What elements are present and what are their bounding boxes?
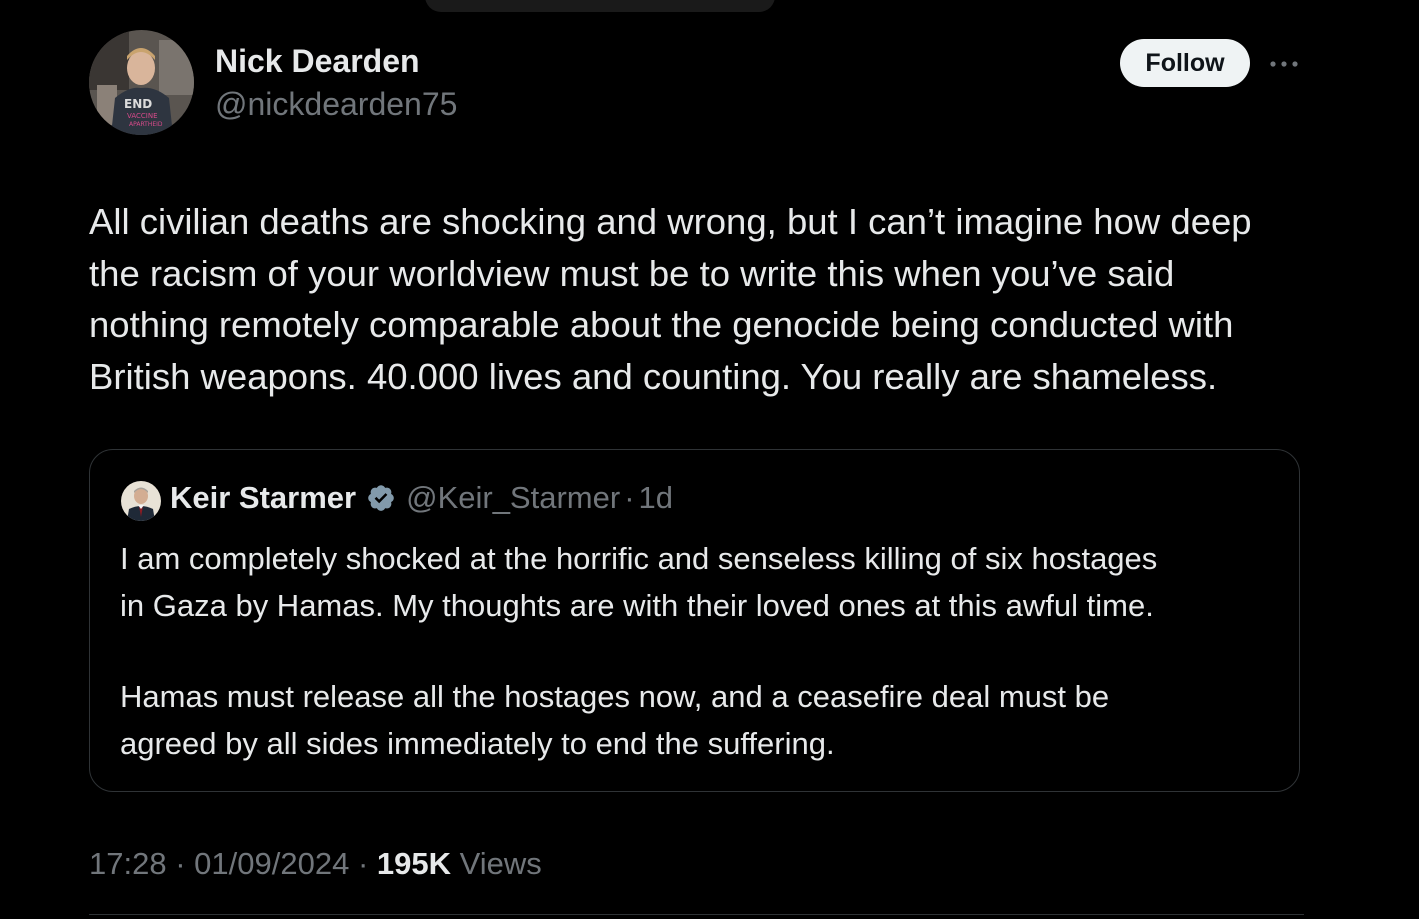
tweet-text-line: nothing remotely comparable about the ge… [89, 304, 1234, 345]
follow-button[interactable]: Follow [1120, 39, 1250, 87]
quoted-tweet-card[interactable]: Keir Starmer @Keir_Starmer · 1d I am com… [89, 449, 1300, 792]
quoted-tweet-time[interactable]: 1d [639, 480, 673, 516]
tweet-text-line: British weapons. 40.000 lives and counti… [89, 355, 1218, 397]
quoted-tweet-header: Keir Starmer @Keir_Starmer · 1d [170, 480, 673, 516]
separator-dot: · [357, 846, 369, 881]
author-name[interactable]: Nick Dearden [215, 43, 420, 80]
quoted-text-line: agreed by all sides immediately to end t… [120, 725, 835, 761]
tweet-text-line: All civilian deaths are shocking and wro… [89, 201, 1252, 242]
quoted-author-handle[interactable]: @Keir_Starmer [406, 480, 620, 516]
tweet-detail-page: END VACCINE APARTHEID Nick Dearden @nick… [0, 0, 1419, 919]
svg-text:VACCINE: VACCINE [127, 112, 158, 120]
author-handle[interactable]: @nickdearden75 [215, 86, 457, 123]
tweet-meta: 17:28 · 01/09/2024 · 195K Views [89, 846, 542, 882]
separator-dot: · [624, 480, 635, 515]
views-label: Views [459, 846, 542, 881]
tweet-text: All civilian deaths are shocking and wro… [89, 196, 1329, 402]
svg-text:END: END [124, 97, 152, 111]
quoted-text-line: I am completely shocked at the horrific … [120, 541, 1158, 576]
views-count: 195K [376, 846, 451, 881]
quoted-text-line: Hamas must release all the hostages now,… [120, 679, 1110, 714]
svg-text:APARTHEID: APARTHEID [129, 121, 163, 128]
author-avatar[interactable]: END VACCINE APARTHEID [89, 30, 194, 135]
tweet-date[interactable]: 01/09/2024 [194, 846, 349, 881]
tweet-time[interactable]: 17:28 [89, 846, 167, 881]
quoted-text-line: in Gaza by Hamas. My thoughts are with t… [120, 587, 1154, 623]
separator-dot: · [175, 846, 186, 881]
more-horizontal-icon[interactable] [1266, 52, 1302, 76]
profile-photo-avatar: END VACCINE APARTHEID [89, 30, 194, 135]
quoted-tweet-text: I am completely shocked at the horrific … [120, 536, 1280, 767]
quoted-author-avatar[interactable] [121, 481, 161, 521]
verified-badge-icon [366, 483, 396, 513]
top-bar-pill [425, 0, 775, 12]
tweet-text-line: the racism of your worldview must be to … [89, 252, 1175, 294]
quoted-author-name[interactable]: Keir Starmer [170, 480, 356, 516]
divider [89, 914, 1304, 915]
